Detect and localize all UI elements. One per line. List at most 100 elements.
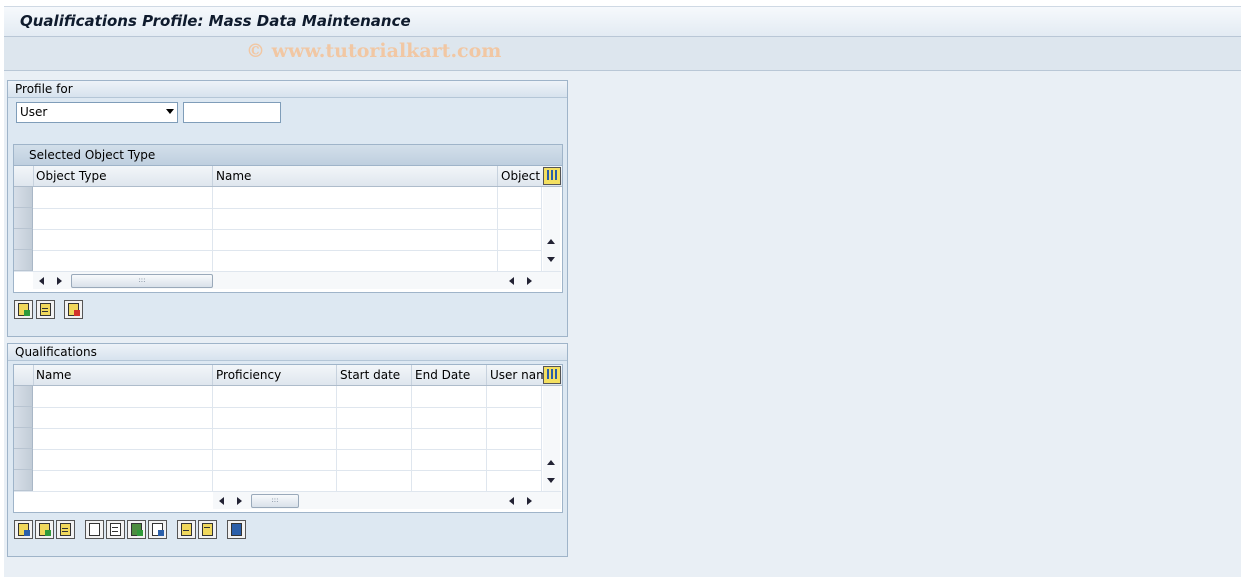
table-cell[interactable] (412, 470, 487, 491)
select-all-rows-corner[interactable] (14, 365, 34, 385)
table-row[interactable] (14, 386, 542, 408)
table-cell[interactable] (33, 407, 213, 428)
scroll-right-icon[interactable] (237, 497, 242, 505)
row-selector[interactable] (14, 470, 33, 491)
scroll-up-icon[interactable] (547, 239, 555, 244)
table-row[interactable] (14, 229, 542, 251)
delete-icon[interactable] (106, 520, 125, 539)
table-cell[interactable] (498, 187, 542, 208)
table-row[interactable] (14, 250, 542, 272)
row-selector[interactable] (14, 407, 33, 428)
row-selector[interactable] (14, 229, 33, 250)
table-cell[interactable] (337, 428, 412, 449)
create-icon[interactable] (85, 520, 104, 539)
filter-icon[interactable] (198, 520, 217, 539)
vertical-scrollbar[interactable] (543, 187, 560, 271)
select-all-rows-corner[interactable] (14, 166, 34, 186)
object-id-input[interactable] (183, 102, 281, 123)
scroll-right-icon[interactable] (527, 277, 532, 285)
table-cell[interactable] (33, 428, 213, 449)
column-settings-icon[interactable] (543, 167, 561, 185)
table-cell[interactable] (487, 449, 542, 470)
vertical-scrollbar[interactable] (543, 386, 560, 491)
scroll-thumb[interactable]: ::: (251, 494, 299, 508)
undo-icon[interactable] (148, 520, 167, 539)
column-header-user-name[interactable]: User nam (487, 365, 543, 385)
deselect-all-icon[interactable] (36, 300, 55, 319)
refresh-icon[interactable] (227, 520, 246, 539)
table-cell[interactable] (337, 470, 412, 491)
table-row[interactable] (14, 449, 542, 471)
table-cell[interactable] (213, 407, 337, 428)
table-cell[interactable] (33, 229, 213, 250)
scroll-thumb[interactable]: ::: (71, 274, 213, 288)
row-selector[interactable] (14, 187, 33, 208)
row-selector[interactable] (14, 208, 33, 229)
scroll-down-icon[interactable] (547, 257, 555, 262)
object-type-select[interactable]: User (16, 102, 178, 123)
table-cell[interactable] (487, 386, 542, 407)
select-all-icon[interactable] (14, 300, 33, 319)
scroll-left-icon[interactable] (39, 277, 44, 285)
scroll-up-icon[interactable] (547, 460, 555, 465)
scroll-right-icon[interactable] (57, 277, 62, 285)
table-cell[interactable] (213, 229, 498, 250)
table-cell[interactable] (213, 428, 337, 449)
scroll-right-icon[interactable] (527, 497, 532, 505)
column-header-object-type[interactable]: Object Type (33, 166, 213, 186)
table-cell[interactable] (33, 386, 213, 407)
row-selector[interactable] (14, 386, 33, 407)
table-cell[interactable] (213, 449, 337, 470)
table-cell[interactable] (213, 187, 498, 208)
table-cell[interactable] (412, 386, 487, 407)
table-cell[interactable] (337, 449, 412, 470)
delete-row-icon[interactable] (64, 300, 83, 319)
table-cell[interactable] (412, 449, 487, 470)
details-icon[interactable] (14, 520, 33, 539)
table-cell[interactable] (487, 470, 542, 491)
select-all-icon[interactable] (35, 520, 54, 539)
table-row[interactable] (14, 470, 542, 492)
table-cell[interactable] (412, 428, 487, 449)
table-cell[interactable] (33, 208, 213, 229)
column-header-name[interactable]: Name (213, 166, 498, 186)
chevron-down-icon[interactable] (166, 109, 174, 114)
table-row[interactable] (14, 208, 542, 230)
print-icon[interactable] (177, 520, 196, 539)
table-cell[interactable] (498, 229, 542, 250)
scroll-down-icon[interactable] (547, 478, 555, 483)
deselect-all-icon[interactable] (56, 520, 75, 539)
table-cell[interactable] (213, 470, 337, 491)
table-row[interactable] (14, 407, 542, 429)
scroll-left-icon[interactable] (509, 497, 514, 505)
scroll-left-icon[interactable] (509, 277, 514, 285)
table-cell[interactable] (33, 187, 213, 208)
table-cell[interactable] (213, 386, 337, 407)
table-cell[interactable] (213, 208, 498, 229)
copy-icon[interactable] (127, 520, 146, 539)
row-selector[interactable] (14, 250, 33, 271)
table-cell[interactable] (213, 250, 498, 271)
row-selector[interactable] (14, 449, 33, 470)
table-cell[interactable] (33, 449, 213, 470)
table-cell[interactable] (487, 428, 542, 449)
column-header-proficiency[interactable]: Proficiency (213, 365, 337, 385)
table-cell[interactable] (498, 208, 542, 229)
table-cell[interactable] (498, 250, 542, 271)
column-header-object[interactable]: Object (498, 166, 543, 186)
column-settings-icon[interactable] (543, 366, 561, 384)
table-cell[interactable] (412, 407, 487, 428)
column-header-end-date[interactable]: End Date (412, 365, 487, 385)
table-row[interactable] (14, 428, 542, 450)
table-cell[interactable] (337, 386, 412, 407)
horizontal-scrollbar[interactable]: ::: (213, 491, 561, 509)
table-cell[interactable] (33, 250, 213, 271)
scroll-left-icon[interactable] (219, 497, 224, 505)
table-cell[interactable] (487, 407, 542, 428)
table-cell[interactable] (337, 407, 412, 428)
horizontal-scrollbar[interactable]: ::: (33, 271, 561, 289)
table-row[interactable] (14, 187, 542, 209)
column-header-name[interactable]: Name (33, 365, 213, 385)
column-header-start-date[interactable]: Start date (337, 365, 412, 385)
table-cell[interactable] (33, 470, 213, 491)
